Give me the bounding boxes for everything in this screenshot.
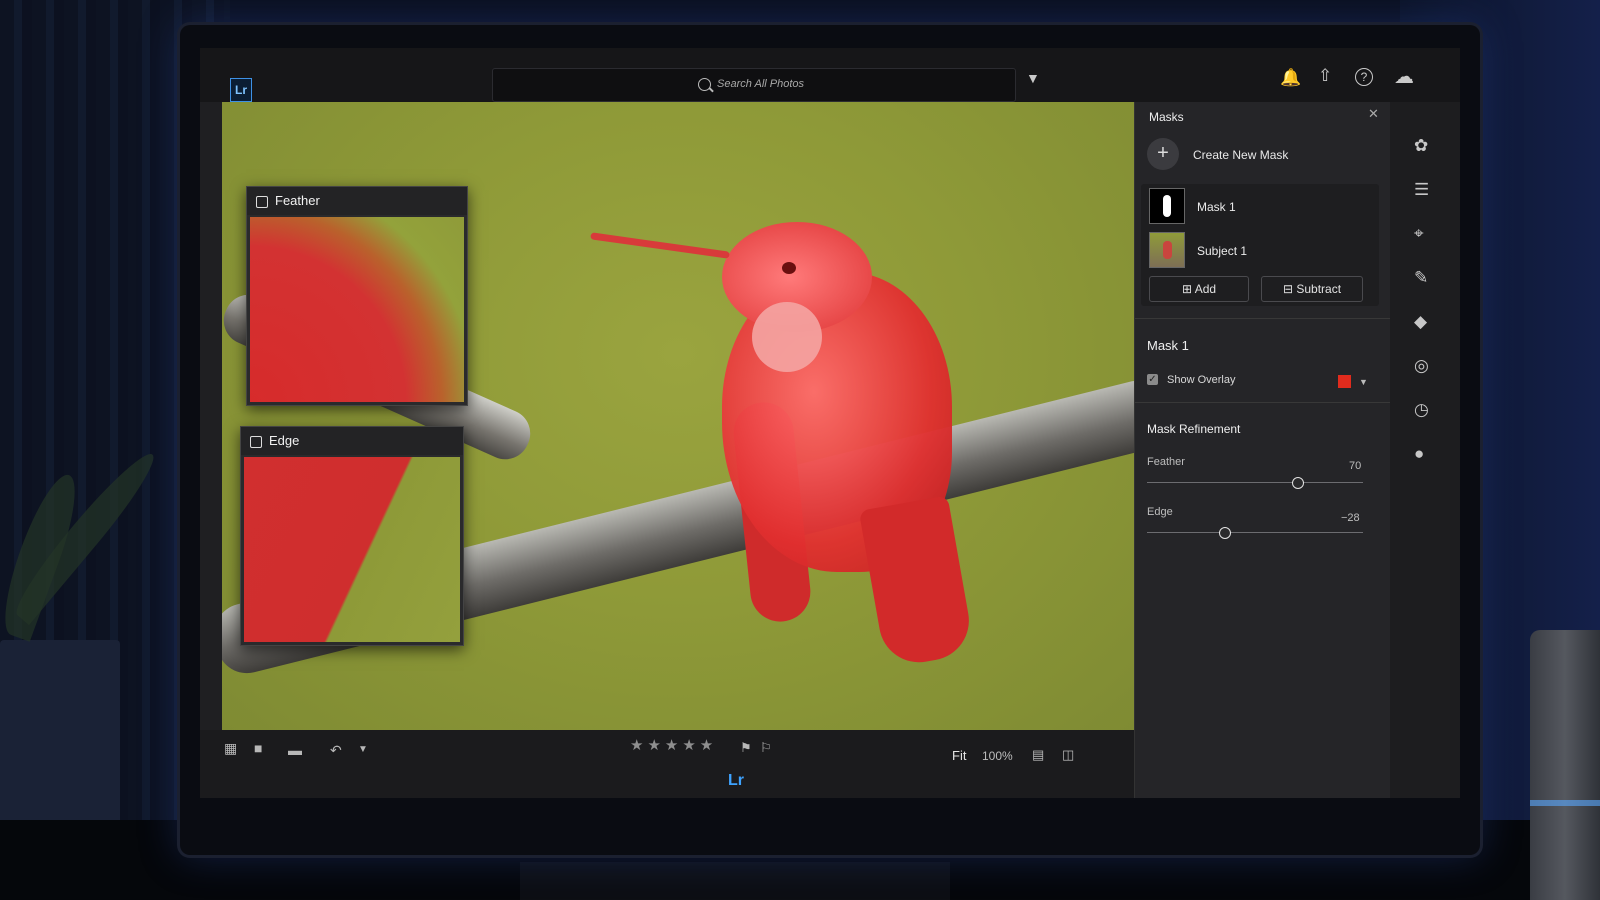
mask-settings-title: Mask 1 (1147, 338, 1189, 353)
crop-icon[interactable]: ⌖ (1414, 224, 1424, 244)
inset-header: Feather (247, 187, 467, 215)
chevron-down-icon[interactable]: ▼ (1359, 377, 1368, 387)
overlay-color-swatch[interactable] (1338, 375, 1351, 388)
tool-strip: ✿ ☰ ⌖ ✎ ◆ ◎ ◷ ● (1390, 102, 1460, 798)
subtract-icon: ⊟ (1282, 282, 1293, 296)
subject-thumbnail[interactable] (1149, 232, 1185, 268)
lightroom-window: Lr Search All Photos ▼ 🔔 ⇧ ? ☁ Feather E… (200, 48, 1460, 798)
add-button[interactable]: ⊞ Add (1149, 276, 1249, 302)
checkbox-icon (250, 436, 262, 448)
feather-inset: Feather (246, 186, 468, 406)
edge-slider-handle[interactable] (1218, 527, 1231, 539)
share-icon[interactable]: ⇧ (1318, 66, 1332, 86)
feather-value[interactable]: 70 (1349, 460, 1361, 472)
edge-slider-track[interactable] (1147, 532, 1363, 533)
divider (1135, 402, 1391, 403)
add-label: Add (1194, 282, 1217, 296)
bird-beak (590, 232, 730, 259)
show-overlay-checkbox[interactable]: ✓ (1147, 374, 1158, 385)
cloud-icon[interactable]: ☁ (1394, 64, 1414, 89)
edge-value[interactable]: −28 (1341, 512, 1360, 524)
flag-icon[interactable]: ⚑ (740, 740, 752, 756)
bird-eye (782, 262, 796, 274)
filter-icon[interactable]: ▼ (1026, 70, 1040, 86)
refinement-title: Mask Refinement (1147, 422, 1241, 436)
bird-tail (858, 495, 976, 669)
mask-list: Mask 1 Subject 1 ⊞ Add ⊟ Subtract (1141, 184, 1379, 306)
speaker-light (1530, 800, 1600, 806)
feather-label: Feather (1147, 456, 1185, 468)
feather-slider-handle[interactable] (1292, 477, 1305, 489)
top-bar: Lr Search All Photos ▼ 🔔 ⇧ ? ☁ (200, 48, 1460, 102)
fit-button[interactable]: Fit (952, 748, 966, 763)
mask-circle-icon[interactable]: ◎ (1414, 356, 1429, 376)
feather-preview (250, 217, 464, 402)
create-mask-label[interactable]: Create New Mask (1193, 148, 1288, 162)
unflag-icon[interactable]: ⚐ (760, 740, 772, 756)
zoom-level[interactable]: 100% (982, 749, 1013, 763)
show-overlay-label: Show Overlay (1167, 374, 1236, 386)
brush-icon[interactable]: ✎ (1414, 268, 1428, 288)
add-icon: ⊞ (1181, 282, 1193, 296)
speaker (1530, 630, 1600, 900)
eraser-icon[interactable]: ◆ (1414, 312, 1427, 332)
grid-view-icon[interactable]: ▦ (224, 740, 237, 757)
info-icon[interactable]: ▤ (1032, 747, 1044, 763)
star-rating[interactable]: ★★★★★ (630, 736, 717, 754)
bird-throat (752, 302, 822, 372)
plant-pot (0, 640, 120, 840)
edge-inset: Edge (240, 426, 464, 646)
mask-thumbnail[interactable] (1149, 188, 1185, 224)
feather-slider-track[interactable] (1147, 482, 1363, 483)
inset-header: Edge (241, 427, 463, 455)
search-placeholder: Search All Photos (717, 78, 805, 90)
subtract-label: Subtract (1296, 282, 1342, 296)
heal-icon[interactable]: ✿ (1414, 136, 1428, 156)
photo-canvas[interactable]: Feather Edge (222, 102, 1134, 730)
panel-title: Masks (1149, 110, 1184, 124)
chevron-down-icon[interactable]: ▼ (358, 744, 368, 755)
checkbox-icon (256, 196, 268, 208)
subtract-button[interactable]: ⊟ Subtract (1261, 276, 1363, 302)
edge-preview (244, 457, 460, 642)
create-mask-button[interactable]: + (1147, 138, 1179, 170)
masks-panel: Masks ✕ + Create New Mask Mask 1 Subject… (1134, 102, 1391, 798)
edge-label: Edge (1147, 506, 1173, 518)
monitor-lr-logo: Lr (728, 772, 744, 789)
list-item[interactable]: Mask 1 (1197, 200, 1236, 214)
globe-icon[interactable]: ● (1414, 444, 1424, 464)
single-view-icon[interactable]: ■ (254, 740, 262, 756)
search-input[interactable]: Search All Photos (492, 68, 1016, 102)
undo-icon[interactable]: ↶ (330, 742, 342, 759)
compare-icon[interactable]: ◫ (1062, 747, 1074, 763)
edit-sliders-icon[interactable]: ☰ (1414, 180, 1429, 200)
monitor-stand (520, 862, 950, 900)
close-icon[interactable]: ✕ (1368, 106, 1379, 122)
lr-logo: Lr (230, 78, 252, 102)
list-item[interactable]: Subject 1 (1197, 244, 1247, 258)
filmstrip-icon[interactable]: ▬ (288, 742, 302, 758)
inset-label: Edge (269, 433, 300, 448)
bell-icon[interactable]: 🔔 (1280, 68, 1301, 88)
search-icon (698, 78, 711, 91)
history-icon[interactable]: ◷ (1414, 400, 1429, 420)
divider (1135, 318, 1391, 319)
help-icon[interactable]: ? (1355, 68, 1373, 86)
inset-label: Feather (275, 193, 320, 208)
